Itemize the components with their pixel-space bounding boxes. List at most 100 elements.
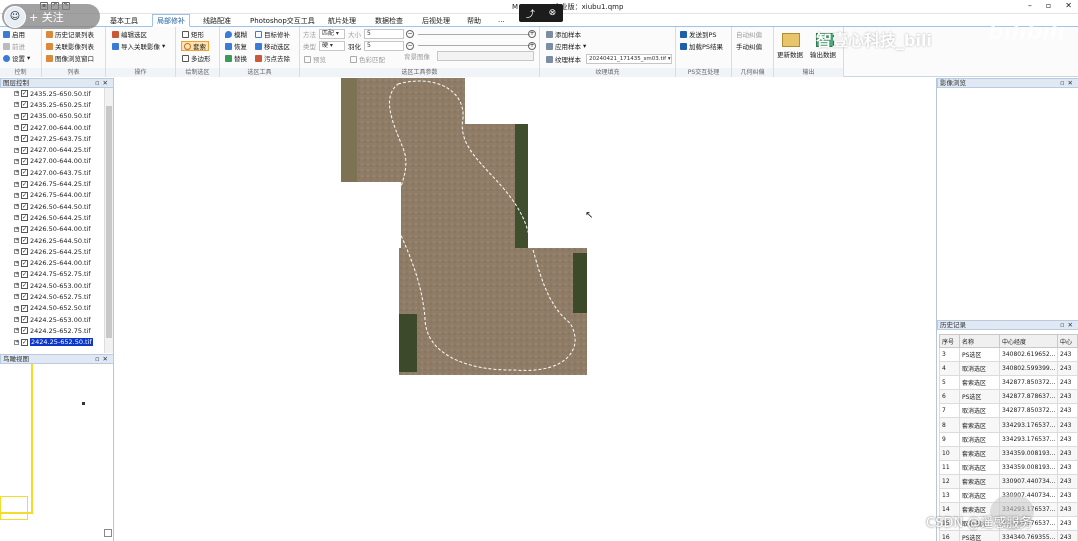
tab-help[interactable]: 帮助 bbox=[463, 15, 485, 27]
layer-row[interactable]: + ✓ 2426.50-644.50.tif bbox=[0, 201, 104, 212]
layer-row[interactable]: + ✓ 2427.00-644.25.tif bbox=[0, 144, 104, 155]
tab-data-check[interactable]: 数据检查 bbox=[371, 15, 407, 27]
table-row[interactable]: 8 套索选区 334293.176537... 243 bbox=[939, 417, 1078, 433]
pointer-icon[interactable]: ⤴ bbox=[526, 7, 535, 20]
layer-name[interactable]: 2426.75-644.25.tif bbox=[30, 180, 91, 188]
layer-name[interactable]: 2424.75-652.75.tif bbox=[30, 270, 91, 278]
layer-checkbox[interactable]: ✓ bbox=[21, 90, 28, 98]
overview-view-box[interactable] bbox=[0, 496, 28, 520]
feather-plus-icon[interactable]: + bbox=[528, 42, 536, 50]
layer-name[interactable]: 2424.25-652.75.tif bbox=[30, 327, 91, 335]
layer-checkbox[interactable]: ✓ bbox=[21, 316, 28, 324]
feather-input[interactable]: 5 bbox=[364, 41, 404, 51]
layer-row[interactable]: + ✓ 2424.50-653.00.tif bbox=[0, 280, 104, 291]
close-icon[interactable]: ✕ bbox=[1065, 1, 1072, 10]
layer-checkbox[interactable]: ✓ bbox=[21, 237, 28, 244]
table-row[interactable]: 16 PS选区 334340.769355... 243 bbox=[939, 530, 1078, 541]
maximize-icon[interactable]: ▫ bbox=[1046, 1, 1051, 10]
expand-icon[interactable]: + bbox=[14, 102, 19, 108]
layer-checkbox[interactable]: ✓ bbox=[21, 270, 28, 278]
expand-icon[interactable]: + bbox=[14, 204, 19, 210]
layer-row[interactable]: + ✓ 2427.00-643.75.tif bbox=[0, 167, 104, 178]
expand-icon[interactable]: + bbox=[14, 125, 19, 131]
layer-name[interactable]: 2426.75-644.00.tif bbox=[30, 191, 91, 199]
edit-selection-button[interactable]: 编辑选区 bbox=[112, 29, 147, 39]
map-canvas[interactable]: ↖ bbox=[115, 78, 935, 541]
related-images-button[interactable]: 关联影像列表 bbox=[46, 41, 94, 51]
preview-checkbox[interactable]: 预览 bbox=[304, 54, 326, 64]
layer-row[interactable]: + ✓ 2424.50-652.50.tif bbox=[0, 303, 104, 314]
layer-checkbox[interactable]: ✓ bbox=[21, 338, 28, 346]
restore-tool[interactable]: 恢复 bbox=[225, 41, 247, 51]
table-row[interactable]: 7 取消选区 342877.850372... 243 bbox=[939, 403, 1078, 419]
auto-correct-button[interactable]: 自动纠偏 bbox=[736, 29, 762, 39]
layer-name[interactable]: 2427.25-643.75.tif bbox=[30, 135, 91, 143]
load-ps-result-button[interactable]: 加载PS结果 bbox=[680, 41, 723, 51]
layer-row[interactable]: + ✓ 2426.25-644.25.tif bbox=[0, 246, 104, 257]
layer-name[interactable]: 2424.50-653.00.tif bbox=[30, 282, 91, 290]
layer-name[interactable]: 2424.50-652.50.tif bbox=[30, 304, 91, 312]
layer-checkbox[interactable]: ✓ bbox=[21, 124, 28, 132]
layer-name[interactable]: 2427.00-644.00.tif bbox=[30, 124, 91, 132]
expand-icon[interactable]: + bbox=[14, 192, 19, 198]
target-repair-tool[interactable]: 目标修补 bbox=[255, 29, 290, 39]
layer-name[interactable]: 2435.25-650.25.tif bbox=[30, 101, 91, 109]
method-select[interactable]: 匹配 ▾ bbox=[319, 29, 345, 39]
history-list-button[interactable]: 历史记录列表 bbox=[46, 29, 94, 39]
expand-icon[interactable]: + bbox=[14, 113, 19, 119]
panel-controls[interactable]: ▫✕ bbox=[95, 355, 111, 363]
expand-icon[interactable]: + bbox=[14, 170, 19, 176]
panel-controls[interactable]: ▫✕ bbox=[95, 79, 111, 87]
tab-basic-tools[interactable]: 基本工具 bbox=[106, 15, 142, 27]
layer-row[interactable]: + ✓ 2424.75-652.75.tif bbox=[0, 269, 104, 280]
expand-icon[interactable]: + bbox=[14, 136, 19, 142]
layer-name[interactable]: 2426.50-644.25.tif bbox=[30, 214, 91, 222]
layer-row[interactable]: + ✓ 2426.25-644.50.tif bbox=[0, 235, 104, 246]
layer-checkbox[interactable]: ✓ bbox=[21, 282, 28, 290]
table-row[interactable]: 5 套索选区 342877.850372... 243 bbox=[939, 375, 1078, 391]
minimize-icon[interactable]: – bbox=[1028, 1, 1032, 10]
table-row[interactable]: 11 取消选区 334359.008193... 243 bbox=[939, 459, 1078, 475]
scroll-thumb[interactable] bbox=[106, 106, 112, 338]
layer-name[interactable]: 2426.50-644.00.tif bbox=[30, 225, 91, 233]
expand-icon[interactable]: + bbox=[14, 181, 19, 187]
tab-post-processing[interactable]: 后视处理 bbox=[418, 15, 454, 27]
layer-row[interactable]: + ✓ 2435.00-650.50.tif bbox=[0, 111, 104, 122]
expand-icon[interactable]: + bbox=[14, 271, 19, 277]
layer-row[interactable]: + ✓ 2426.50-644.25.tif bbox=[0, 212, 104, 223]
move-selection-tool[interactable]: 移动选区 bbox=[255, 41, 290, 51]
replace-tool[interactable]: 替换 bbox=[225, 53, 247, 63]
layer-checkbox[interactable]: ✓ bbox=[21, 304, 28, 312]
enable-button[interactable]: 启用 bbox=[3, 29, 25, 39]
tab-aerial-processing[interactable]: 航片处理 bbox=[324, 15, 360, 27]
layer-row[interactable]: + ✓ 2427.00-644.00.tif bbox=[0, 122, 104, 133]
tab-more[interactable]: ... bbox=[494, 15, 509, 25]
background-select[interactable] bbox=[437, 51, 534, 61]
history-column-header[interactable]: 名称 bbox=[959, 334, 1000, 348]
layer-checkbox[interactable]: ✓ bbox=[21, 169, 28, 177]
expand-icon[interactable]: + bbox=[14, 339, 19, 345]
layer-checkbox[interactable]: ✓ bbox=[21, 203, 28, 211]
layer-row[interactable]: + ✓ 2427.00-644.00.tif bbox=[0, 156, 104, 167]
layer-checkbox[interactable]: ✓ bbox=[21, 327, 28, 335]
layer-name[interactable]: 2427.00-644.00.tif bbox=[30, 157, 91, 165]
apply-sample-button[interactable]: 应用样本 ▾ bbox=[546, 41, 586, 51]
layer-row[interactable]: + ✓ 2435.25-650.50.tif bbox=[0, 88, 104, 99]
update-data-button[interactable]: 更新数据 bbox=[777, 49, 803, 59]
expand-icon[interactable]: + bbox=[14, 294, 19, 300]
layer-name[interactable]: 2426.25-644.50.tif bbox=[30, 237, 91, 245]
tab-photoshop-tools[interactable]: Photoshop交互工具 bbox=[246, 15, 319, 27]
table-row[interactable]: 10 套索选区 334359.008193... 243 bbox=[939, 445, 1078, 461]
history-column-header[interactable]: 序号 bbox=[939, 334, 960, 348]
size-slider[interactable] bbox=[418, 34, 530, 35]
layer-name[interactable]: 2427.00-644.25.tif bbox=[30, 146, 91, 154]
table-row[interactable]: 4 取消选区 340802.599399... 243 bbox=[939, 361, 1078, 377]
layer-checkbox[interactable]: ✓ bbox=[21, 180, 28, 188]
stop-icon[interactable]: ⊗ bbox=[549, 8, 557, 18]
overview-viewport-frame[interactable] bbox=[0, 364, 33, 514]
add-sample-button[interactable]: 添加样本 bbox=[546, 29, 581, 39]
layer-scrollbar[interactable] bbox=[104, 88, 113, 353]
size-minus-icon[interactable]: − bbox=[406, 30, 414, 38]
expand-icon[interactable]: + bbox=[14, 317, 19, 323]
tab-local-repair[interactable]: 局部修补 bbox=[152, 14, 190, 27]
